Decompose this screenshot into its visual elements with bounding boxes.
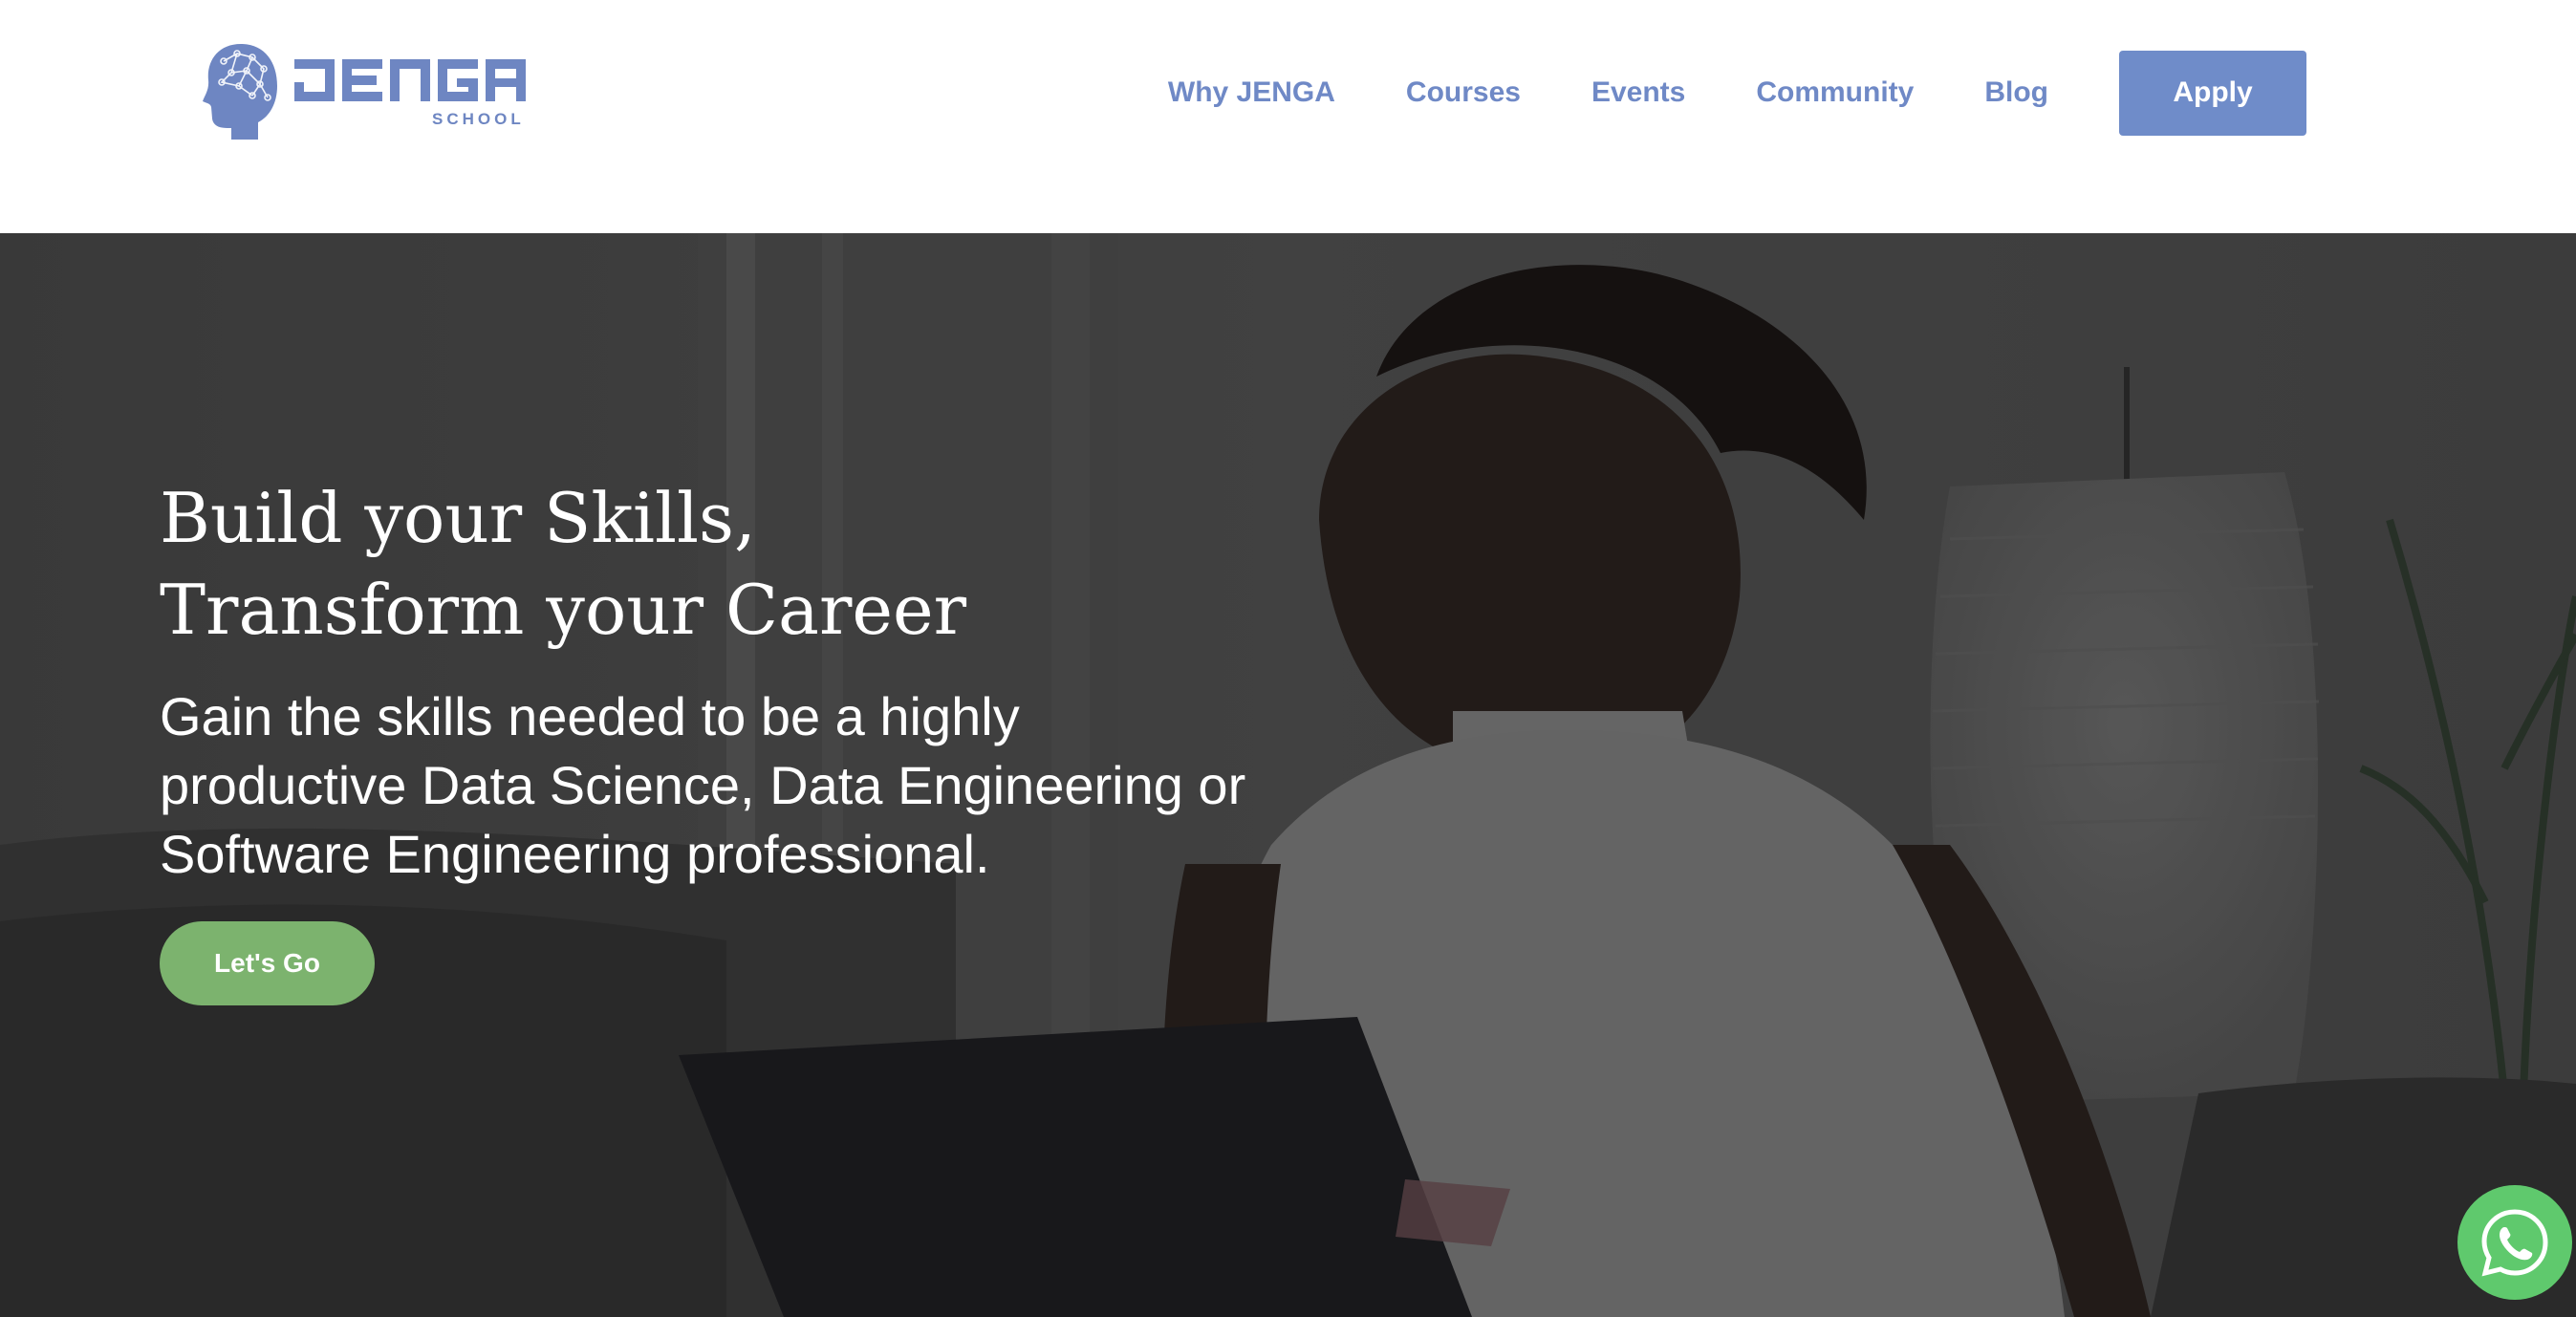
hero-section: Build your Skills, Transform your Career… (0, 233, 2576, 1317)
nav-why-jenga[interactable]: Why JENGA (1168, 76, 1335, 109)
hero-subtitle: Gain the skills needed to be a highly pr… (160, 686, 1246, 884)
logo-subtitle: SCHOOL (432, 110, 525, 128)
hero-title: Build your Skills, Transform your Career (160, 472, 1307, 656)
nav-blog[interactable]: Blog (1984, 76, 2048, 109)
hero-title-line-2: Transform your Career (160, 570, 967, 650)
jenga-wordmark (294, 59, 526, 101)
whatsapp-icon (2481, 1209, 2548, 1277)
lets-go-button[interactable]: Let's Go (160, 921, 375, 1005)
nav-community[interactable]: Community (1756, 76, 1914, 109)
main-nav: Why JENGA Courses Events Community Blog … (1168, 50, 2306, 136)
nav-courses[interactable]: Courses (1406, 76, 1521, 109)
site-header: SCHOOL Why JENGA Courses Events Communit… (0, 0, 2576, 233)
nav-events[interactable]: Events (1591, 76, 1685, 109)
brain-head-icon (203, 44, 277, 140)
whatsapp-chat-button[interactable] (2457, 1185, 2572, 1300)
hero-title-line-1: Build your Skills, (160, 478, 756, 558)
apply-button[interactable]: Apply (2119, 50, 2306, 136)
